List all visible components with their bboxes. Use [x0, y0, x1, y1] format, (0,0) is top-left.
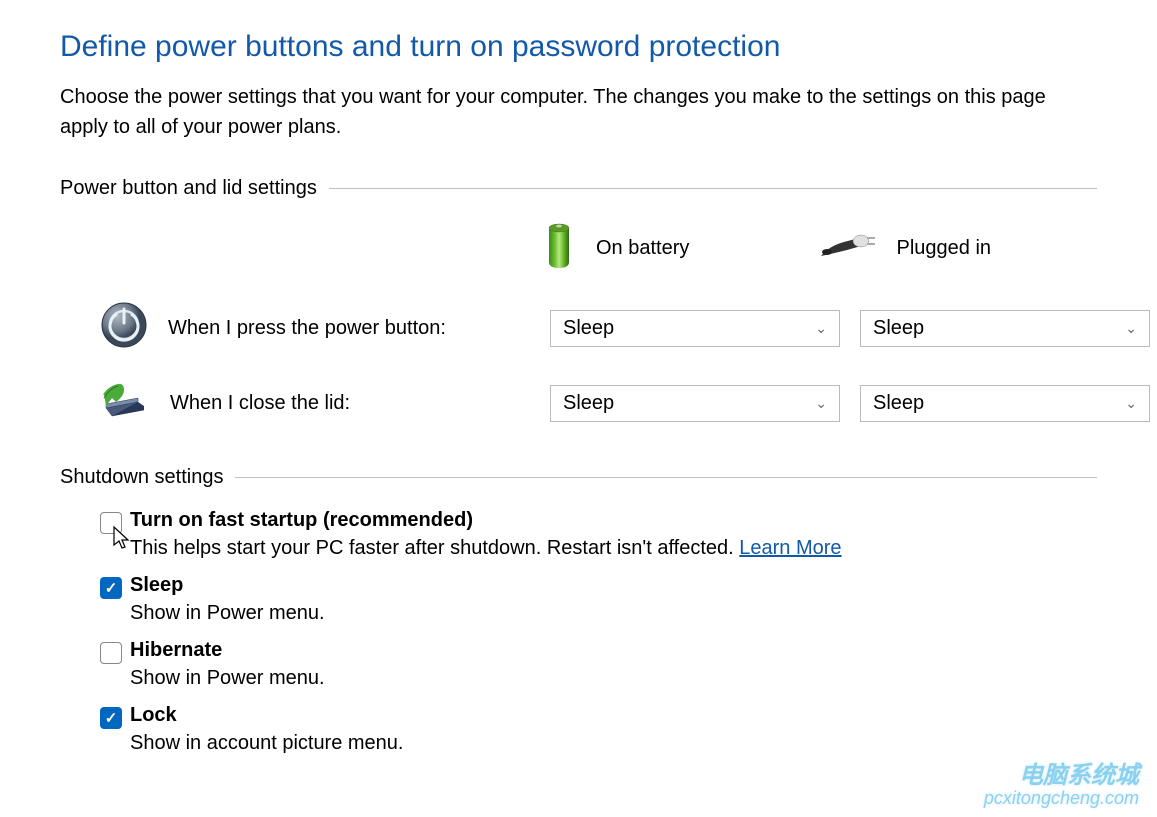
fast-startup-desc: This helps start your PC faster after sh… [130, 537, 1097, 560]
shutdown-section-header: Shutdown settings [60, 466, 1097, 489]
lock-desc: Show in account picture menu. [130, 732, 1097, 755]
chevron-down-icon: ⌄ [1125, 320, 1137, 337]
power-button-battery-dropdown[interactable]: Sleep ⌄ [550, 310, 840, 347]
page-title: Define power buttons and turn on passwor… [60, 30, 1097, 64]
section-divider [235, 477, 1097, 478]
sleep-checkbox[interactable]: ✓ [100, 577, 122, 599]
lock-title: Lock [130, 704, 1097, 727]
chevron-down-icon: ⌄ [815, 320, 827, 337]
power-button-plugged-dropdown[interactable]: Sleep ⌄ [860, 310, 1150, 347]
watermark: 电脑系统城 pcxitongcheng.com [984, 763, 1139, 809]
battery-icon [540, 220, 578, 276]
power-button-row: When I press the power button: Sleep ⌄ S… [60, 301, 1097, 355]
plugged-in-label: Plugged in [897, 237, 992, 260]
fast-startup-checkbox[interactable] [100, 512, 122, 534]
power-button-label: When I press the power button: [168, 317, 446, 340]
sleep-desc: Show in Power menu. [130, 602, 1097, 625]
close-lid-label: When I close the lid: [170, 392, 350, 415]
sleep-title: Sleep [130, 574, 1097, 597]
checkmark-icon: ✓ [105, 579, 118, 597]
hibernate-desc: Show in Power menu. [130, 667, 1097, 690]
page-description: Choose the power settings that you want … [60, 82, 1097, 142]
section-label-power: Power button and lid settings [60, 177, 329, 200]
section-divider [329, 188, 1097, 189]
lock-checkbox[interactable]: ✓ [100, 707, 122, 729]
fast-startup-title: Turn on fast startup (recommended) [130, 509, 1097, 532]
power-button-section-header: Power button and lid settings [60, 177, 1097, 200]
section-label-shutdown: Shutdown settings [60, 466, 235, 489]
close-lid-row: When I close the lid: Sleep ⌄ Sleep ⌄ [60, 380, 1097, 426]
power-column-headers: On battery Plugged in [60, 220, 1097, 276]
close-lid-battery-dropdown[interactable]: Sleep ⌄ [550, 385, 840, 422]
close-lid-plugged-dropdown[interactable]: Sleep ⌄ [860, 385, 1150, 422]
hibernate-title: Hibernate [130, 639, 1097, 662]
on-battery-label: On battery [596, 237, 689, 260]
power-icon [100, 301, 148, 355]
hibernate-checkbox[interactable] [100, 642, 122, 664]
chevron-down-icon: ⌄ [815, 395, 827, 412]
checkmark-icon: ✓ [105, 709, 118, 727]
learn-more-link[interactable]: Learn More [739, 537, 841, 559]
plug-icon [819, 228, 879, 268]
lid-icon [100, 380, 150, 426]
chevron-down-icon: ⌄ [1125, 395, 1137, 412]
